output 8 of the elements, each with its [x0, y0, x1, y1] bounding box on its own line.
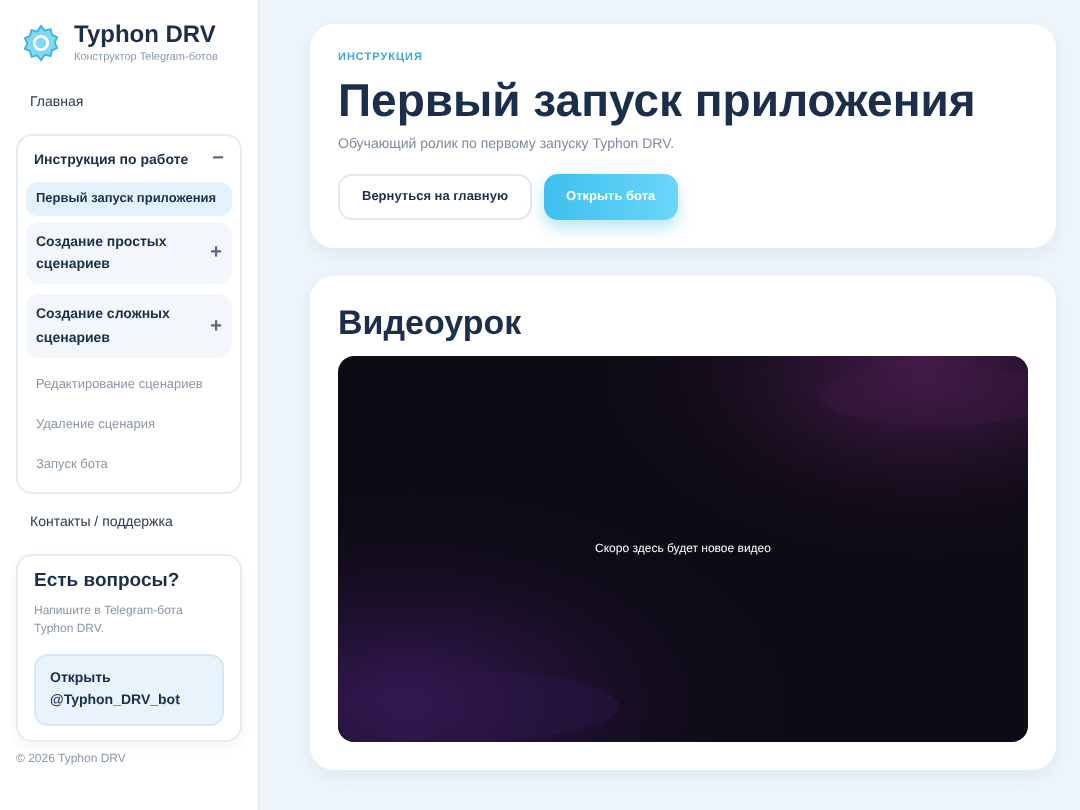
help-title: Есть вопросы? — [34, 569, 182, 592]
brand-title: Typhon DRV — [74, 20, 218, 48]
logo-icon — [22, 23, 60, 61]
page-title: Первый запуск приложения — [338, 74, 978, 128]
toggle-icon: − — [212, 150, 224, 170]
toggle-icon: + — [210, 244, 222, 265]
section-title: Видеоурок — [338, 304, 524, 344]
toggle-icon: + — [210, 317, 222, 338]
